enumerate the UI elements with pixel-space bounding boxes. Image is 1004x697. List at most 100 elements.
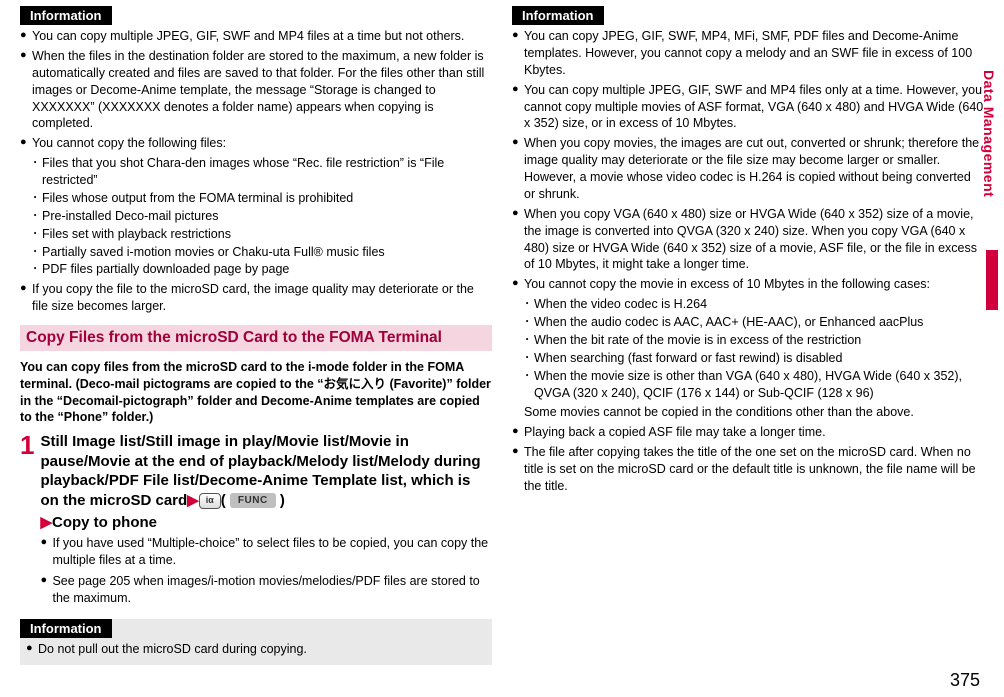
step-title: Still Image list/Still image in play/Mov… [40,432,492,510]
sub-bullet-text: PDF files partially downloaded page by p… [42,261,492,278]
step-note: ● See page 205 when images/i-motion movi… [40,573,492,607]
bullet-text: If you copy the file to the microSD card… [32,281,492,315]
dot-icon: ･ [32,190,42,207]
step-number: 1 [20,432,34,607]
info-sub-bullet: ･Files whose output from the FOMA termin… [32,190,492,207]
bullet-text: When you copy movies, the images are cut… [524,135,984,203]
sub-bullet-text: When searching (fast forward or fast rew… [534,350,984,367]
info-sub-bullet: ･Files set with playback restrictions [32,226,492,243]
info-bullet: ●When you copy movies, the images are cu… [512,135,984,203]
info-header-left: Information [20,6,492,25]
step-note-text: If you have used “Multiple-choice” to se… [52,535,492,569]
info-bullet: ●You can copy multiple JPEG, GIF, SWF an… [512,82,984,133]
bullet-dot-icon: ● [512,206,524,274]
dot-icon: ･ [32,244,42,261]
bullet-text: You cannot copy the following files: [32,135,492,152]
bullet-dot-icon: ● [40,535,52,569]
sub-bullet-text: When the audio codec is AAC, AAC+ (HE-AA… [534,314,984,331]
bullet-text: Playing back a copied ASF file may take … [524,424,984,441]
right-column: Information ●You can copy JPEG, GIF, SWF… [512,6,984,646]
dot-icon: ･ [524,350,534,367]
info-bullet: ● You cannot copy the following files: [20,135,492,152]
info-bullet: ●The file after copying takes the title … [512,444,984,495]
info-badge: Information [20,6,112,25]
bullet-text: The file after copying takes the title o… [524,444,984,495]
info-sub-bullet: ･When searching (fast forward or fast re… [524,350,984,367]
info-sub-bullet: ･Partially saved i-motion movies or Chak… [32,244,492,261]
bullet-dot-icon: ● [40,573,52,607]
info-bullet: ● You can copy multiple JPEG, GIF, SWF a… [20,28,492,45]
side-chapter-label: Data Management [981,70,997,197]
bullet-text: You can copy multiple JPEG, GIF, SWF and… [32,28,492,45]
bullet-text: You can copy JPEG, GIF, SWF, MP4, MFi, S… [524,28,984,79]
step-copy-line: ▶Copy to phone [40,513,492,531]
info-sub-bullet: ･When the video codec is H.264 [524,296,984,313]
info-bullet: ●You cannot copy the movie in excess of … [512,276,984,293]
bullet-dot-icon: ● [20,281,32,315]
info-box-left: Information ● Do not pull out the microS… [20,619,492,665]
sub-bullet-text: When the movie size is other than VGA (6… [534,368,984,402]
page-columns: Information ● You can copy multiple JPEG… [20,6,984,646]
func-label: FUNC [230,493,276,508]
dot-icon: ･ [524,314,534,331]
sub-bullet-text: Files set with playback restrictions [42,226,492,243]
step-note: ● If you have used “Multiple-choice” to … [40,535,492,569]
side-tab: Data Management [980,70,998,320]
dot-icon: ･ [524,332,534,349]
dot-icon: ･ [32,226,42,243]
info-sub-bullet: ･When the audio codec is AAC, AAC+ (HE-A… [524,314,984,331]
bullet-text: When you copy VGA (640 x 480) size or HV… [524,206,984,274]
info-bullet: ● Do not pull out the microSD card durin… [20,641,492,658]
info-bullet: ●Playing back a copied ASF file may take… [512,424,984,441]
sub-bullet-text: When the bit rate of the movie is in exc… [534,332,984,349]
step-note-text: See page 205 when images/i-motion movies… [52,573,492,607]
i-alpha-key-icon: iα [199,493,221,509]
after-sub-text: Some movies cannot be copied in the cond… [524,404,984,421]
info-bullet: ●When you copy VGA (640 x 480) size or H… [512,206,984,274]
arrow-icon: ▶ [187,492,199,509]
info-sub-bullet: ･When the movie size is other than VGA (… [524,368,984,402]
copy-to-phone-text: Copy to phone [52,514,157,531]
section-title: Copy Files from the microSD Card to the … [20,325,492,351]
dot-icon: ･ [32,208,42,225]
sub-bullet-text: Pre-installed Deco-mail pictures [42,208,492,225]
info-sub-bullet: ･Files that you shot Chara-den images wh… [32,155,492,189]
info-bullet: ●You can copy JPEG, GIF, SWF, MP4, MFi, … [512,28,984,79]
info-bullet: ● If you copy the file to the microSD ca… [20,281,492,315]
info-sub-bullet: ･Pre-installed Deco-mail pictures [32,208,492,225]
bullet-text: When the files in the destination folder… [32,48,492,132]
sub-bullet-text: Files whose output from the FOMA termina… [42,190,492,207]
left-column: Information ● You can copy multiple JPEG… [20,6,492,646]
bullet-dot-icon: ● [512,276,524,293]
sub-bullet-text: When the video codec is H.264 [534,296,984,313]
info-badge: Information [512,6,604,25]
bullet-text: Do not pull out the microSD card during … [38,641,486,658]
page-number: 375 [950,670,980,691]
bullet-text: You can copy multiple JPEG, GIF, SWF and… [524,82,984,133]
dot-icon: ･ [524,296,534,313]
info-sub-bullet: ･PDF files partially downloaded page by … [32,261,492,278]
dot-icon: ･ [32,155,42,189]
bullet-dot-icon: ● [512,135,524,203]
info-sub-bullet: ･When the bit rate of the movie is in ex… [524,332,984,349]
bullet-text: You cannot copy the movie in excess of 1… [524,276,984,293]
bullet-dot-icon: ● [20,28,32,45]
arrow-icon: ▶ [40,514,52,531]
section-intro: You can copy files from the microSD card… [20,359,492,427]
sub-bullet-text: Partially saved i-motion movies or Chaku… [42,244,492,261]
bullet-dot-icon: ● [512,28,524,79]
sub-bullet-text: Files that you shot Chara-den images who… [42,155,492,189]
bullet-dot-icon: ● [512,424,524,441]
info-badge: Information [20,619,112,638]
info-bullet: ● When the files in the destination fold… [20,48,492,132]
dot-icon: ･ [524,368,534,402]
bullet-dot-icon: ● [26,641,38,658]
info-header-right: Information [512,6,984,25]
step-body: Still Image list/Still image in play/Mov… [40,432,492,607]
bullet-dot-icon: ● [20,135,32,152]
bullet-dot-icon: ● [512,82,524,133]
dot-icon: ･ [32,261,42,278]
bullet-dot-icon: ● [20,48,32,132]
bullet-dot-icon: ● [512,444,524,495]
side-tab-mark [986,250,998,310]
